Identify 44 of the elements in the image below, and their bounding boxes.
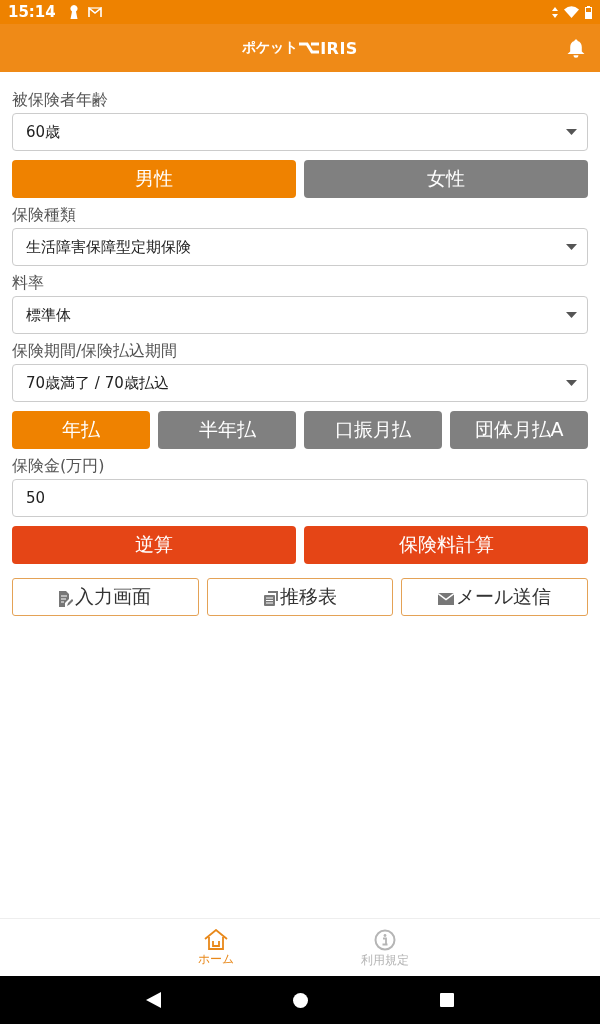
caret-icon: [566, 129, 577, 135]
field-label: 被保険者年齢: [12, 89, 109, 111]
logo-name: IRIS: [320, 38, 358, 58]
field-label: 保険金(万円): [12, 455, 106, 477]
status-time: 15:14: [8, 3, 56, 21]
back-icon[interactable]: [146, 992, 161, 1008]
logo-mark-icon: [299, 42, 320, 54]
option-button[interactable]: 団体月払A: [450, 411, 588, 449]
dropdown-field[interactable]: 70歳満了 / 70歳払込: [12, 364, 588, 402]
dropdown-field[interactable]: 生活障害保障型定期保険: [12, 228, 588, 266]
info-icon: [373, 929, 396, 951]
transition-table-button[interactable]: 推移表: [206, 578, 394, 616]
home-icon: [203, 929, 228, 950]
mail-m-icon: [87, 6, 102, 18]
envelope-icon: [438, 592, 455, 605]
dropdown-field[interactable]: 標準体: [12, 296, 588, 334]
field-label: 料率: [12, 272, 45, 294]
calculate-button[interactable]: 保険料計算: [304, 526, 588, 564]
calculate-button[interactable]: 逆算: [12, 526, 296, 564]
notification-bell-icon[interactable]: [567, 39, 585, 58]
caret-icon: [566, 244, 577, 250]
logo-text: ポケット: [242, 39, 299, 57]
option-button[interactable]: 女性: [304, 160, 588, 198]
wifi-icon: [564, 6, 579, 18]
home-tab[interactable]: ホーム: [131, 919, 300, 976]
caret-icon: [566, 380, 577, 386]
option-button[interactable]: 口振月払: [304, 411, 442, 449]
keyhole-icon: [69, 5, 78, 19]
input-screen-button[interactable]: 入力画面: [12, 578, 199, 616]
battery-icon: [585, 5, 592, 19]
terms-tab[interactable]: 利用規定: [300, 919, 469, 976]
option-button[interactable]: 半年払: [158, 411, 296, 449]
data-arrows-icon: [552, 6, 558, 18]
option-button[interactable]: 年払: [12, 411, 150, 449]
option-button[interactable]: 男性: [12, 160, 296, 198]
send-mail-button[interactable]: メール送信: [401, 578, 588, 616]
stacked-sheets-icon: [263, 591, 278, 606]
document-pen-icon: [59, 590, 74, 607]
amount-input[interactable]: 50: [12, 479, 588, 517]
field-label: 保険種類: [12, 204, 77, 226]
field-label: 保険期間/保険払込期間: [12, 340, 179, 362]
dropdown-field[interactable]: 60歳: [12, 113, 588, 151]
caret-icon: [566, 312, 577, 318]
home-circle-icon[interactable]: [293, 992, 308, 1008]
